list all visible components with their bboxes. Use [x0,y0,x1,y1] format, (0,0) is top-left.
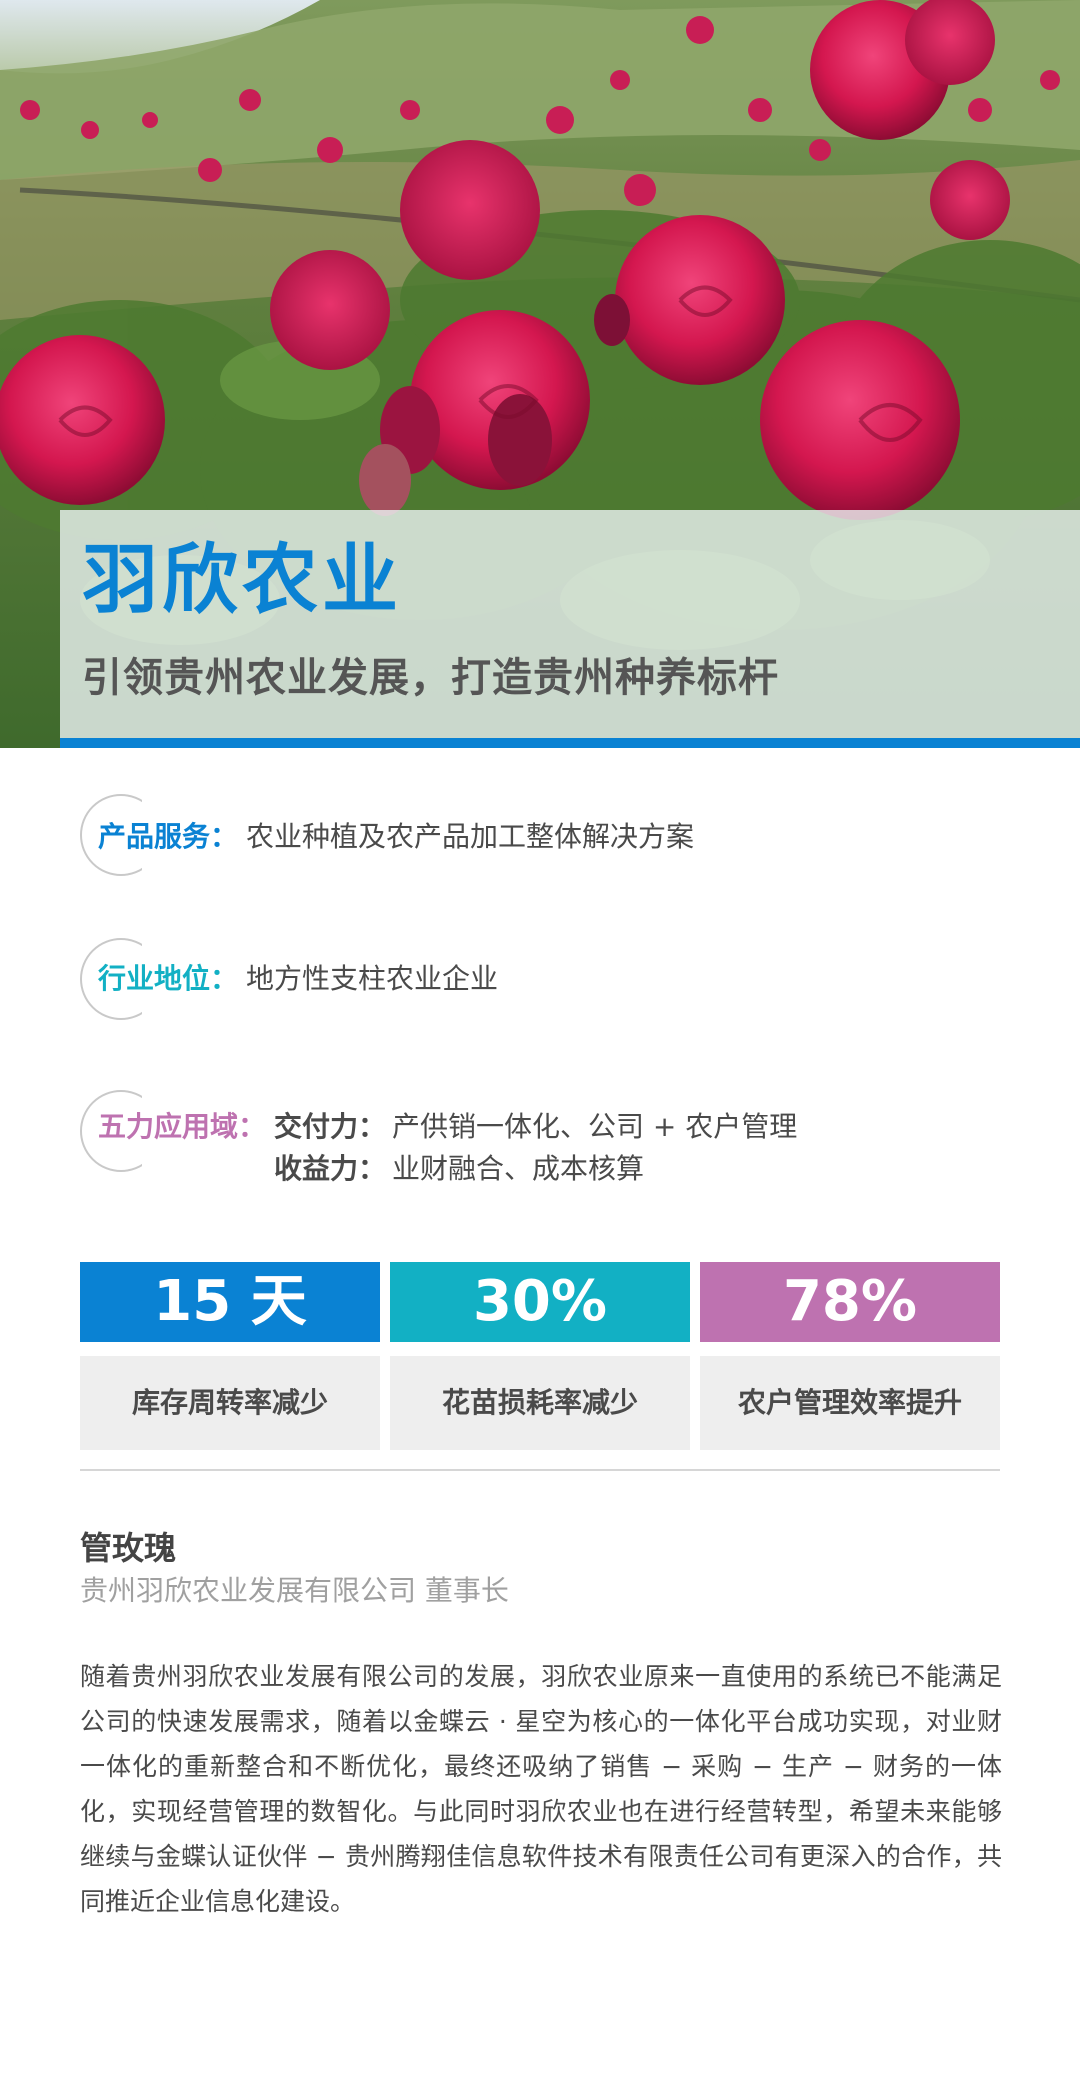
product-service-value: 农业种植及农产品加工整体解决方案 [246,820,695,853]
revenue-label: 收益力： [274,1152,387,1185]
stat-value: 15 天 [80,1262,380,1342]
stat-value: 30% [390,1262,690,1342]
product-service-label: 产品服务： [98,820,239,853]
person-name: 管玫瑰 [80,1529,177,1567]
stat-label: 库存周转率减少 [80,1356,380,1450]
delivery-label: 交付力： [274,1110,387,1143]
section-divider [80,1469,1000,1471]
industry-position-label: 行业地位： [98,962,239,995]
company-slogan: 引领贵州农业发展，打造贵州种养标杆 [82,655,779,701]
industry-position-value: 地方性支柱农业企业 [246,962,499,995]
company-title: 羽欣农业 [82,535,402,624]
revenue-value: 业财融合、成本核算 [392,1152,645,1185]
hero-accent-bar [60,738,1080,748]
person-title: 贵州羽欣农业发展有限公司 董事长 [80,1574,509,1607]
info-five-domains: 五力应用域： 交付力： 产供销一体化、公司 + 农户管理 收益力： 业财融合、成… [0,1090,1080,1200]
stat-label: 花苗损耗率减少 [390,1356,690,1450]
five-domains-label: 五力应用域： [98,1110,267,1143]
stat-value: 78% [700,1262,1000,1342]
info-product-service: 产品服务： 农业种植及农产品加工整体解决方案 [0,794,1080,882]
testimonial-body: 随着贵州羽欣农业发展有限公司的发展，羽欣农业原来一直使用的系统已不能满足公司的快… [80,1662,1002,1916]
info-industry-position: 行业地位： 地方性支柱农业企业 [0,938,1080,1026]
hero-banner: 羽欣农业 引领贵州农业发展，打造贵州种养标杆 [0,0,1080,748]
stat-label: 农户管理效率提升 [700,1356,1000,1450]
delivery-value: 产供销一体化、公司 + 农户管理 [392,1110,798,1143]
